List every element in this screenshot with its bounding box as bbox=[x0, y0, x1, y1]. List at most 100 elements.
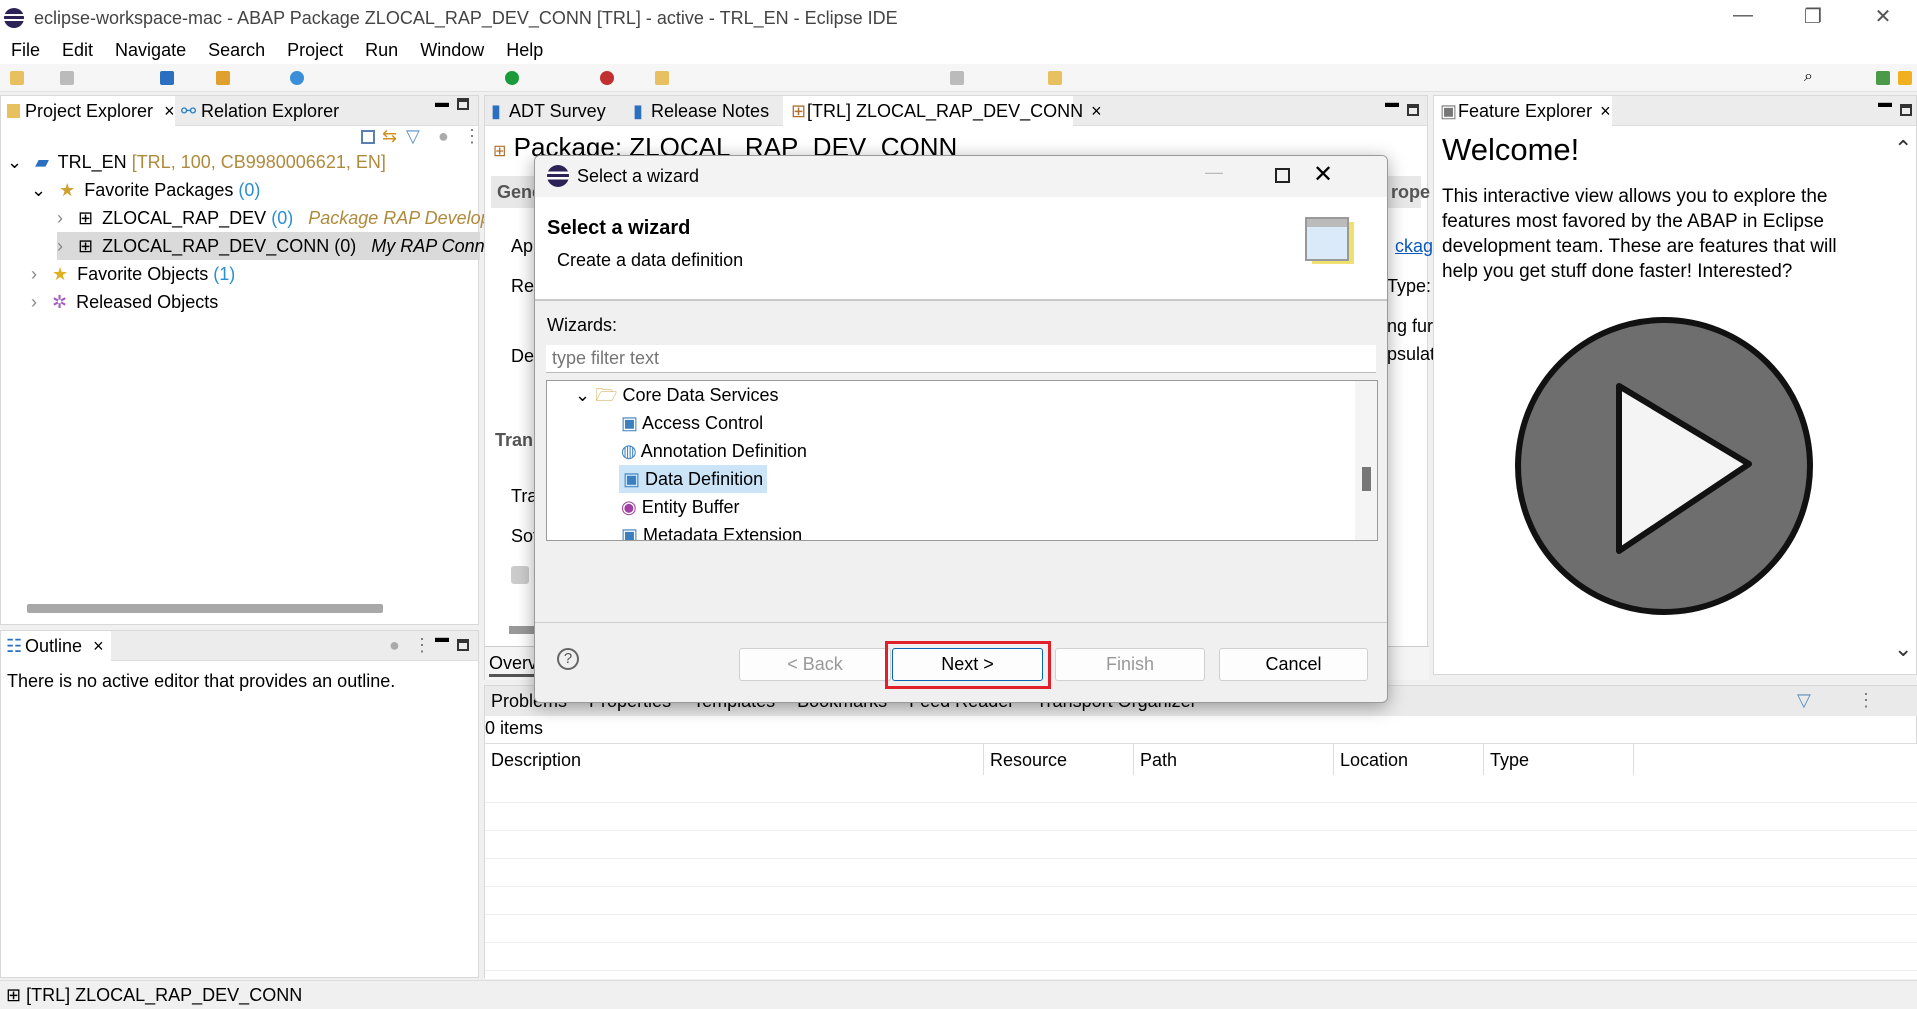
tab-release-notes[interactable]: ▮ Release Notes bbox=[627, 96, 769, 126]
tree-item-package-selected[interactable]: › ⊞ ZLOCAL_RAP_DEV_CONN (0) My RAP Conne… bbox=[57, 232, 523, 260]
item-count: (0) bbox=[238, 180, 261, 200]
minimize-view-icon[interactable]: ▬ bbox=[435, 629, 449, 645]
tab-label: Project Explorer bbox=[25, 101, 154, 121]
tree-folder-core-data-services[interactable]: ⌄ 🗁 Core Data Services bbox=[575, 381, 779, 409]
maximize-button[interactable]: ❐ bbox=[1788, 4, 1838, 32]
menu-project[interactable]: Project bbox=[276, 37, 354, 64]
menu-window[interactable]: Window bbox=[409, 37, 495, 64]
back-nav-icon[interactable] bbox=[950, 71, 964, 85]
close-tab-icon[interactable]: × bbox=[1091, 101, 1102, 121]
tab-label: [TRL] ZLOCAL_RAP_DEV_CONN bbox=[807, 101, 1084, 121]
close-button[interactable]: ✕ bbox=[1313, 160, 1333, 189]
column-resource[interactable]: Resource bbox=[984, 744, 1134, 776]
tree-item-released-objects[interactable]: › ✲ Released Objects bbox=[31, 288, 218, 316]
tab-relation-explorer[interactable]: ⚯ Relation Explorer bbox=[177, 96, 339, 126]
tab-label: Release Notes bbox=[651, 101, 770, 121]
wizard-item[interactable]: ◉ Entity Buffer bbox=[621, 493, 739, 521]
minimize-view-icon[interactable]: ▬ bbox=[1385, 94, 1399, 110]
chevron-down-icon: ⌄ bbox=[575, 385, 591, 405]
scrollbar-thumb[interactable] bbox=[1362, 467, 1371, 491]
maximize-view-icon[interactable] bbox=[1900, 104, 1912, 116]
menu-file[interactable]: File bbox=[0, 37, 51, 64]
tab-adt-survey[interactable]: ▮ ADT Survey bbox=[485, 96, 606, 126]
wizard-banner-icon bbox=[1305, 217, 1349, 261]
chevron-right-icon: › bbox=[57, 208, 63, 228]
wizard-item[interactable]: ◍ Annotation Definition bbox=[621, 437, 807, 465]
help-icon[interactable]: ? bbox=[557, 648, 579, 670]
filter-input[interactable] bbox=[546, 345, 1376, 373]
status-bar: ⊞ [TRL] ZLOCAL_RAP_DEV_CONN bbox=[0, 980, 1917, 1009]
cancel-button[interactable]: Cancel bbox=[1219, 648, 1368, 681]
toolbar: ⌕ bbox=[0, 64, 1917, 92]
terminal-icon[interactable] bbox=[160, 71, 174, 85]
tree-item-favorite-packages[interactable]: ⌄ ★ Favorite Packages (0) bbox=[31, 176, 260, 204]
close-button[interactable]: ✕ bbox=[1858, 4, 1908, 32]
menu-help[interactable]: Help bbox=[495, 37, 554, 64]
minimize-view-icon[interactable]: ▬ bbox=[1878, 94, 1892, 110]
maximize-button[interactable] bbox=[1275, 168, 1290, 183]
feature-explorer-panel: ▣ Feature Explorer × ▬ Welcome! This inter… bbox=[1433, 94, 1917, 675]
tree-item-favorite-objects[interactable]: › ★ Favorite Objects (1) bbox=[31, 260, 235, 288]
view-menu-icon[interactable]: ⋮ bbox=[463, 126, 481, 147]
debug-perspective-icon[interactable] bbox=[1898, 71, 1912, 85]
tree-item-package[interactable]: › ⊞ ZLOCAL_RAP_DEV (0) Package RAP Devel… bbox=[57, 204, 516, 232]
type-label: Type: bbox=[1387, 276, 1432, 296]
view-menu-icon[interactable]: ⋮ bbox=[413, 635, 431, 656]
finish-button[interactable]: Finish bbox=[1055, 648, 1205, 681]
item-label: ZLOCAL_RAP_DEV_CONN bbox=[102, 236, 330, 256]
open-folder-icon[interactable] bbox=[655, 71, 669, 85]
wizard-item-selected[interactable]: ▣ Data Definition bbox=[619, 465, 768, 493]
menu-navigate[interactable]: Navigate bbox=[104, 37, 197, 64]
sync-icon[interactable]: ● bbox=[389, 635, 400, 656]
group-icon[interactable]: ● bbox=[438, 126, 449, 147]
tree-item-project[interactable]: ⌄ ▰ TRL_EN [TRL, 100, CB9980006621, EN] bbox=[7, 148, 386, 176]
save-icon[interactable] bbox=[60, 71, 74, 85]
maximize-view-icon[interactable] bbox=[457, 639, 469, 651]
window-title: eclipse-workspace-mac - ABAP Package ZLO… bbox=[34, 8, 898, 28]
minimize-button[interactable]: — bbox=[1718, 4, 1768, 32]
tab-package-editor[interactable]: ⊞ [TRL] ZLOCAL_RAP_DEV_CONN × bbox=[783, 96, 1102, 126]
column-type[interactable]: Type bbox=[1484, 744, 1634, 776]
check-icon[interactable] bbox=[290, 71, 304, 85]
column-path[interactable]: Path bbox=[1134, 744, 1334, 776]
package-icon: ⊞ bbox=[791, 101, 807, 121]
close-tab-icon[interactable]: × bbox=[164, 101, 175, 121]
tab-project-explorer[interactable]: Project Explorer × bbox=[1, 96, 175, 126]
properties-text: ng fur bbox=[1387, 316, 1434, 336]
new-abap-object-icon[interactable] bbox=[216, 71, 230, 85]
wizard-item[interactable]: ▣ Access Control bbox=[621, 409, 763, 437]
abap-perspective-icon[interactable] bbox=[1876, 71, 1890, 85]
column-description[interactable]: Description bbox=[485, 744, 984, 776]
wizard-item[interactable]: ▣ Metadata Extension bbox=[621, 521, 802, 540]
external-tools-icon[interactable] bbox=[600, 71, 614, 85]
link-editor-icon[interactable]: ⇆ bbox=[382, 126, 397, 147]
maximize-view-icon[interactable] bbox=[1407, 104, 1419, 116]
checkbox[interactable] bbox=[511, 566, 529, 584]
close-tab-icon[interactable]: × bbox=[93, 636, 104, 656]
tab-overview[interactable]: Overv bbox=[489, 649, 538, 677]
column-location[interactable]: Location bbox=[1334, 744, 1484, 776]
menu-run[interactable]: Run bbox=[354, 37, 409, 64]
filter-icon[interactable]: ▽ bbox=[1797, 690, 1811, 711]
scroll-up-icon[interactable]: ⌃ bbox=[1894, 136, 1912, 162]
collapse-all-icon[interactable] bbox=[361, 130, 375, 144]
vertical-scrollbar[interactable] bbox=[1355, 381, 1377, 540]
back-button[interactable]: < Back bbox=[739, 648, 891, 681]
menu-edit[interactable]: Edit bbox=[51, 37, 104, 64]
horizontal-scrollbar[interactable] bbox=[27, 604, 383, 613]
play-video-button[interactable] bbox=[1514, 316, 1814, 616]
close-tab-icon[interactable]: × bbox=[1600, 101, 1611, 121]
search-icon[interactable]: ⌕ bbox=[1804, 68, 1813, 86]
run-icon[interactable] bbox=[505, 71, 519, 85]
tab-outline[interactable]: ☷ Outline × bbox=[1, 631, 111, 661]
scroll-down-icon[interactable]: ⌄ bbox=[1894, 636, 1912, 662]
maximize-view-icon[interactable] bbox=[457, 98, 469, 110]
minimize-view-icon[interactable]: ▬ bbox=[435, 94, 449, 110]
view-menu-icon[interactable]: ⋮ bbox=[1857, 690, 1875, 711]
open-perspective-icon[interactable] bbox=[1048, 71, 1062, 85]
menu-search[interactable]: Search bbox=[197, 37, 276, 64]
tab-feature-explorer[interactable]: ▣ Feature Explorer × bbox=[1434, 96, 1612, 126]
dialog-header: Select a wizard Create a data definition bbox=[535, 197, 1387, 301]
filter-icon[interactable]: ▽ bbox=[406, 126, 420, 147]
new-icon[interactable] bbox=[10, 71, 24, 85]
